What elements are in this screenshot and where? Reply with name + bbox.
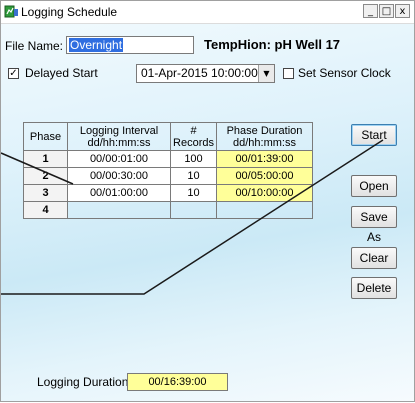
callout-line-left-upper (1, 152, 74, 185)
callout-lines (1, 139, 384, 295)
callout-line-lower (1, 139, 384, 295)
logging-schedule-window: Logging Schedule _ □ x File Name: Overni… (0, 0, 415, 402)
